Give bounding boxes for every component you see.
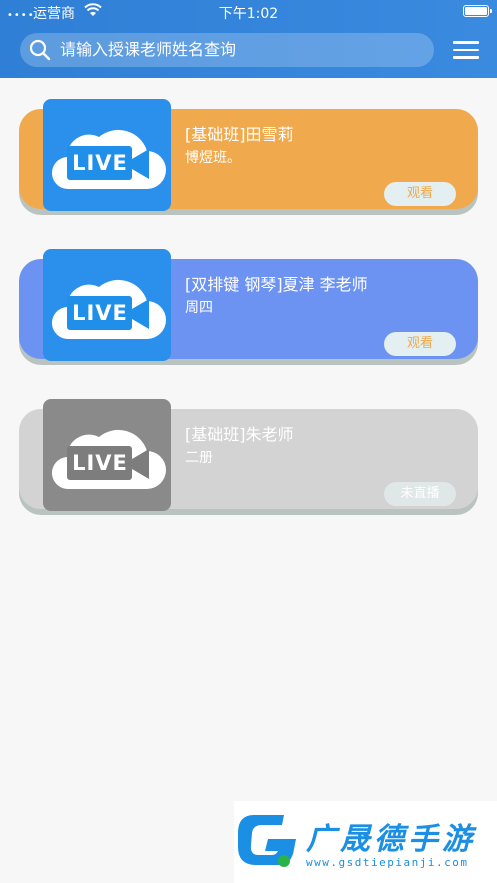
watermark-url: www.gsdtiepianji.com — [306, 856, 469, 869]
battery-icon — [463, 5, 492, 17]
course-card[interactable]: LIVE [双排键 钢琴]夏津 李老师 周四 观看 — [19, 249, 478, 365]
watermark: 广晟德手游 www.gsdtiepianji.com — [234, 801, 497, 883]
status-bar: •••• 运营商 下午1:02 — [0, 0, 497, 24]
menu-icon[interactable] — [453, 41, 479, 61]
live-cloud-icon: LIVE — [43, 399, 171, 511]
course-card[interactable]: LIVE [基础班]田雪莉 博煜班。 观看 — [19, 99, 478, 215]
course-title: [基础班]田雪莉 — [185, 125, 294, 144]
svg-text:LIVE: LIVE — [72, 301, 128, 325]
course-card[interactable]: LIVE [基础班]朱老师 二册 未直播 — [19, 399, 478, 515]
watch-button[interactable]: 观看 — [384, 332, 456, 356]
course-subtitle: 二册 — [185, 450, 213, 466]
search-bar[interactable]: 请输入授课老师姓名查询 — [20, 33, 434, 67]
course-subtitle: 周四 — [185, 300, 213, 316]
live-cloud-icon: LIVE — [43, 99, 171, 211]
live-thumbnail: LIVE — [43, 249, 171, 361]
watermark-title: 广晟德手游 — [306, 822, 476, 857]
course-title: [双排键 钢琴]夏津 李老师 — [185, 275, 368, 294]
course-title: [基础班]朱老师 — [185, 425, 294, 444]
app-header: •••• 运营商 下午1:02 请输入授课老师姓名查询 — [0, 0, 497, 78]
svg-text:LIVE: LIVE — [72, 151, 128, 175]
watermark-logo-icon — [238, 815, 296, 867]
watch-button[interactable]: 观看 — [384, 182, 456, 206]
course-subtitle: 博煜班。 — [185, 150, 241, 166]
search-input[interactable]: 请输入授课老师姓名查询 — [60, 39, 236, 61]
status-time: 下午1:02 — [218, 6, 279, 22]
watch-button[interactable]: 未直播 — [384, 482, 456, 506]
live-cloud-icon: LIVE — [43, 249, 171, 361]
live-thumbnail: LIVE — [43, 399, 171, 511]
svg-text:LIVE: LIVE — [72, 451, 128, 475]
live-thumbnail: LIVE — [43, 99, 171, 211]
search-icon — [29, 39, 51, 61]
